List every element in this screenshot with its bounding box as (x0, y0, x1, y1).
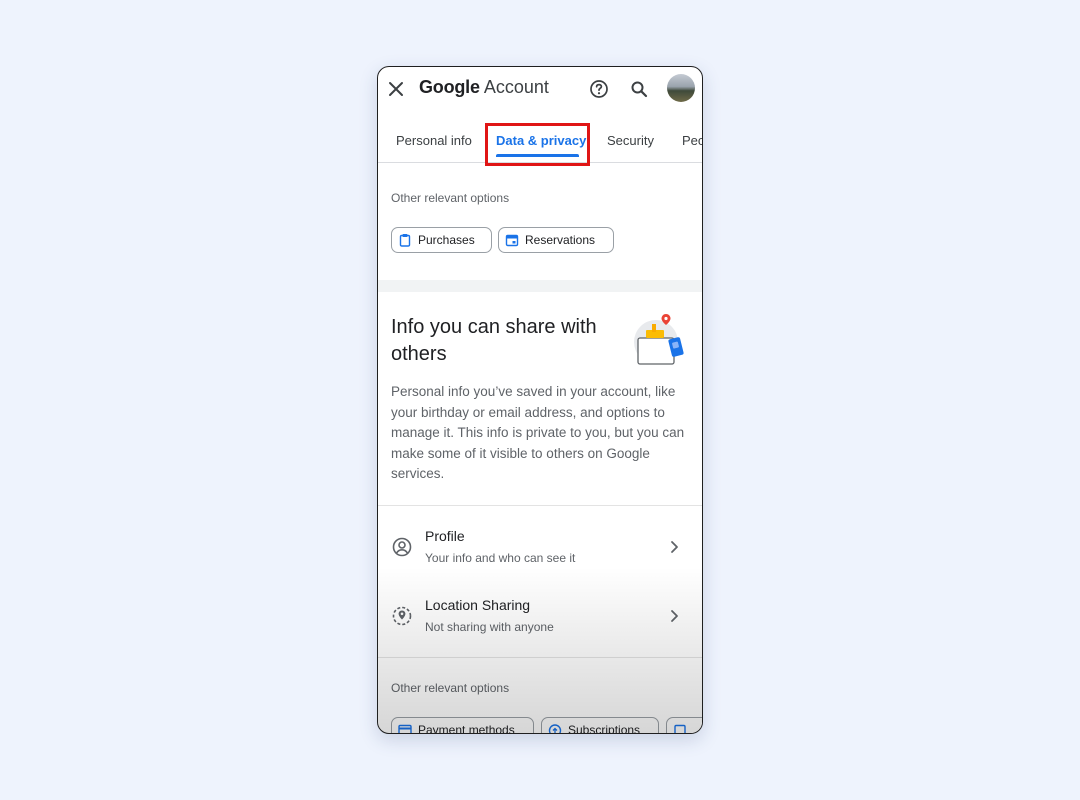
reservations-chip[interactable]: Reservations (498, 227, 614, 253)
divider (378, 657, 702, 658)
row-title: Location Sharing (425, 597, 531, 613)
tab-people[interactable]: Peo (682, 133, 702, 148)
card-description: Personal info you’ve saved in your accou… (391, 384, 685, 481)
app-title: Google Account (419, 77, 549, 98)
share-illustration-icon (634, 314, 684, 365)
chip-label: Subscriptions (568, 723, 641, 734)
scroll-shade (378, 567, 702, 733)
chip-label: Reservations (525, 233, 596, 247)
section-label: Other relevant options (391, 191, 510, 205)
profile-icon (392, 537, 412, 557)
location-sharing-icon (392, 606, 412, 626)
chevron-right-icon (671, 610, 678, 622)
row-subtitle: Not sharing with anyone (425, 620, 554, 634)
chip-icon (674, 724, 686, 733)
chevron-right-icon (671, 541, 678, 553)
brand-account: Account (483, 77, 549, 97)
tab-security[interactable]: Security (607, 133, 654, 148)
avatar[interactable] (667, 74, 695, 102)
row-subtitle: Your info and who can see it (425, 551, 576, 565)
row-title: Profile (425, 528, 465, 544)
section-separator (378, 280, 702, 292)
subscriptions-icon (548, 724, 562, 733)
chip-label: Payment methods (418, 723, 515, 734)
payment-methods-chip[interactable]: Payment methods (391, 717, 534, 734)
divider (378, 505, 702, 506)
chip-label: Purchases (418, 233, 475, 247)
clipboard-icon (399, 234, 411, 247)
highlight-box (485, 123, 590, 166)
section-label: Other relevant options (391, 681, 510, 695)
brand-google: Google (419, 77, 480, 97)
purchases-chip[interactable]: Purchases (391, 227, 492, 253)
subscriptions-chip[interactable]: Subscriptions (541, 717, 659, 734)
card-title: Info you can share with others (391, 316, 597, 365)
help-icon[interactable] (589, 79, 609, 99)
phone-frame: Google Account Personal info Data & priv… (377, 66, 703, 734)
card-icon (398, 724, 412, 733)
more-chip[interactable] (666, 717, 702, 733)
search-icon[interactable] (629, 79, 649, 99)
close-icon[interactable] (386, 79, 406, 99)
tab-personal-info[interactable]: Personal info (396, 133, 472, 148)
calendar-icon (505, 234, 519, 247)
